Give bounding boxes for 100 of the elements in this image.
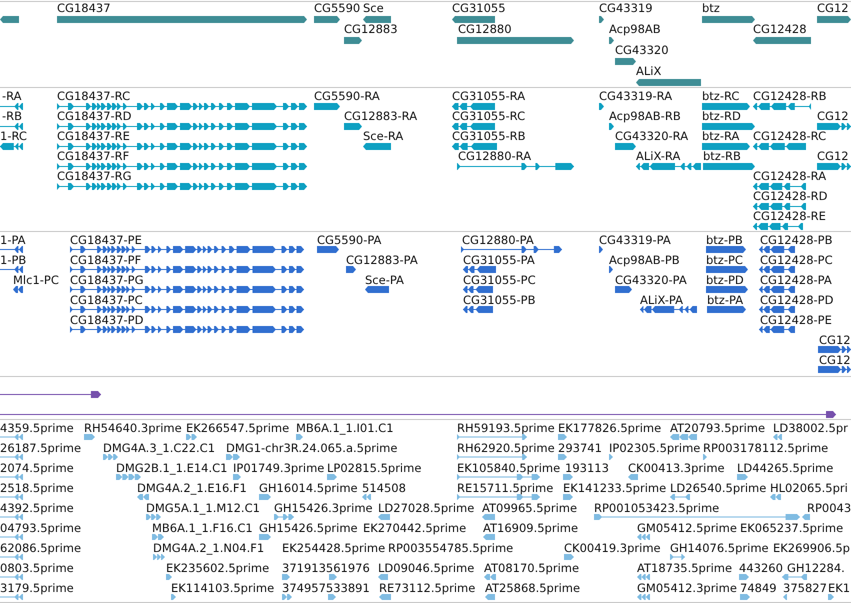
est-label: AT08170.5prime [484, 562, 580, 575]
protein-label: CG12883-PA [346, 254, 418, 267]
transcript-label: CG5590-RA [314, 90, 380, 103]
est-label: IP02305.5prime [609, 442, 700, 455]
est-label: RP003178112.5prime [703, 442, 828, 455]
protein-label: CG43319-PA [599, 234, 671, 247]
est-label: EK235602.5prime [166, 562, 270, 575]
transcript-label: CG18437-RD [57, 110, 132, 123]
transcript-label: CG12428-RA [753, 170, 826, 183]
gene-label: CG12 [817, 2, 849, 15]
est-label: EK177826.5prime [558, 422, 662, 435]
transcript-label: CG12 [817, 110, 849, 123]
est-label: AT25868.5prime [485, 582, 580, 595]
est-label: AT18735.5prime [637, 562, 732, 575]
transcript-label: CG12 [817, 150, 849, 163]
protein-label: CG18437-PD [70, 314, 144, 327]
transcript-label: CG18437-RC [57, 90, 130, 103]
est-label: EK141233.5prime [563, 482, 666, 495]
protein-label: CG18437-PG [70, 274, 144, 287]
est-label: EK266547.5prime [186, 422, 290, 435]
est-label: LP02815.5prime [327, 462, 422, 475]
est-label: EK1 [828, 582, 850, 595]
gene-label: CG43319 [599, 2, 653, 15]
est-label: GM05412.5prime [637, 522, 737, 535]
est-label: LD26540.5prime [670, 482, 766, 495]
transcript-label: CG12428-RD [753, 190, 828, 203]
est-label: LD09046.5prime [378, 562, 474, 575]
gene-label: Sce [363, 2, 384, 15]
est-label: DMG4A.2_1.N04.F1 [153, 542, 264, 555]
transcript-label: -RA [2, 90, 22, 103]
gene-label: CG5590 [314, 2, 360, 15]
transcript-label: CG12880-RA [458, 150, 532, 163]
est-label: GH14076.5prime [670, 542, 769, 555]
protein-label: CG18437-PE [70, 234, 142, 247]
est-label: 62086.5prime [0, 542, 82, 555]
est-label: 4359.5prime [0, 422, 74, 435]
est-label: GH12284. [787, 562, 845, 575]
est-label: 04793.5prime [0, 522, 82, 535]
est-label: GM05412.3prime [637, 582, 737, 595]
protein-label: CG12428-PE [760, 314, 832, 327]
transcript-label: CG18437-RF [57, 150, 130, 163]
est-label: HL02065.5pri [770, 482, 848, 495]
est-label: LD44265.5prime [737, 462, 834, 475]
gene-label: CG43320 [615, 44, 669, 57]
est-label: 3179.5prime [0, 582, 74, 595]
est-label: 4392.5prime [0, 502, 74, 515]
est-label: CK00419.3prime [564, 542, 661, 555]
est-label: DMG1-chr3R.24.065.a.5prime [226, 442, 398, 455]
est-label: DMG4A.3_1.C22.C1 [103, 442, 216, 455]
est-label: 0803.5prime [0, 562, 74, 575]
est-label: AT20793.5prime [670, 422, 766, 435]
est-label: 443260 [739, 562, 783, 575]
est-label: EK065237.5prime [740, 522, 844, 535]
transcript-label: CG43319-RA [599, 90, 672, 103]
protein-label: btz-PC [706, 254, 743, 267]
protein-label: CG18437-PF [70, 254, 142, 267]
transcript-label: btz-RB [703, 150, 741, 163]
protein-label: btz-PD [706, 274, 744, 287]
protein-label: CG12428-PB [760, 234, 832, 247]
transcript-label: CG18437-RE [57, 130, 130, 143]
est-label: 514508 [362, 482, 406, 495]
protein-label: CG31055-PA [463, 254, 535, 267]
est-label: 375827 [783, 582, 827, 595]
est-label: MB6A.1_1.F16.C1 [152, 522, 253, 535]
est-label: DMG4A.2_1.E16.F1 [137, 482, 247, 495]
transcript-label: ALiX-RA [636, 150, 680, 163]
protein-label: CG12 [819, 334, 851, 347]
est-label: 193113 [565, 462, 609, 475]
est-label: 74849 [740, 582, 777, 595]
transcript-label: btz-RD [702, 110, 741, 123]
est-label: AT16909.5prime [483, 522, 578, 535]
est-label: RP001053423.5prime [594, 502, 720, 515]
transcript-label: -RB [2, 110, 22, 123]
est-label: AT09965.5prime [482, 502, 578, 515]
protein-label: btz-PB [706, 234, 743, 247]
transcript-label: btz-RC [702, 90, 740, 103]
protein-label: Mlc1-PC [13, 274, 59, 287]
gene-label: CG12880 [458, 23, 512, 36]
est-label: GH15426.3prime [274, 502, 373, 515]
protein-label: CG12428-PD [760, 294, 834, 307]
transcript-label: CG31055-RB [452, 130, 526, 143]
est-label: EK270442.5prime [363, 522, 466, 535]
est-label: LD38002.5pr [773, 422, 848, 435]
est-label: 371913561976 [282, 562, 370, 575]
est-label: EK105840.5prime [457, 462, 560, 475]
est-label: EK269906.5p [773, 542, 850, 555]
protein-label: 1-PA [0, 234, 26, 247]
gene-label: CG12428 [753, 23, 807, 36]
transcript-label: CG18437-RG [57, 170, 132, 183]
gene-label: CG31055 [452, 2, 506, 15]
est-label: RH54640.3prime [84, 422, 182, 435]
est-label: RE15711.5prime [457, 482, 554, 495]
est-label: DMG5A.1_1.M12.C1 [146, 502, 260, 515]
protein-label: 1-PB [0, 254, 26, 267]
transcript-label: CG12883-RA [344, 110, 418, 123]
transcript-label: CG12428-RE [753, 210, 826, 223]
protein-label: Sce-PA [365, 274, 404, 287]
est-label: RE73112.5prime [379, 582, 476, 595]
transcript-label: CG43320-RA [615, 130, 688, 143]
est-label: MB6A.1_1.I01.C1 [296, 422, 394, 435]
